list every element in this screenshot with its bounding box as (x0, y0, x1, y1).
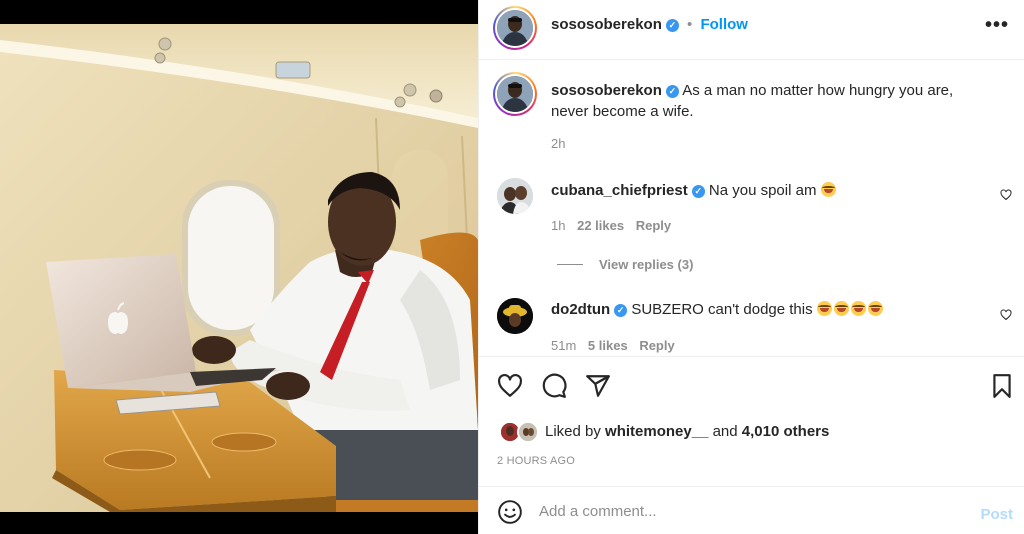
comment-meta: 51m 5 likes Reply (551, 338, 675, 353)
comment-reply-button[interactable]: Reply (636, 218, 671, 233)
comment-avatar-picture (497, 178, 533, 214)
comment-avatar[interactable] (497, 178, 533, 214)
comment-text: Na you spoil am (708, 182, 817, 199)
author-avatar[interactable] (493, 6, 537, 50)
liked-by-and: and (712, 423, 738, 440)
caption-username[interactable]: sososoberekon (551, 82, 662, 99)
post-header: sososoberekon ✓ • Follow ••• (479, 0, 1024, 60)
comment-input[interactable] (539, 499, 959, 523)
comment-composer: Post (479, 486, 1024, 534)
laughing-emoji-icon (820, 182, 836, 197)
comment-icon[interactable] (541, 373, 567, 399)
verified-badge-icon: ✓ (614, 304, 628, 317)
more-options-icon[interactable]: ••• (985, 14, 1009, 37)
comment-likes[interactable]: 5 likes (588, 338, 628, 353)
comment-avatar[interactable] (497, 298, 533, 334)
post-timestamp[interactable]: 2 HOURS AGO (497, 455, 575, 467)
liker-avatar-picture (519, 423, 537, 441)
view-replies-line (557, 264, 583, 265)
author-username[interactable]: sososoberekon (551, 16, 662, 33)
post-panel: sososoberekon ✓ • Follow ••• sososobereko… (478, 0, 1024, 534)
action-bar: Liked by whitemoney__ and 4,010 others 2… (479, 356, 1024, 486)
laughing-emoji-icon (867, 301, 883, 316)
liked-by-line: Liked by whitemoney__ and 4,010 others (545, 423, 829, 440)
comment-text-block: cubana_chiefpriest ✓ Na you spoil am (551, 180, 971, 201)
separator-dot: • (687, 16, 693, 33)
verified-badge-icon: ✓ (665, 19, 679, 32)
verified-badge-icon: ✓ (691, 185, 705, 198)
comment-reply-button[interactable]: Reply (639, 338, 674, 353)
verified-badge-icon: ✓ (665, 85, 679, 98)
comment-likes[interactable]: 22 likes (577, 218, 624, 233)
emoji-picker-icon[interactable] (497, 499, 523, 525)
avatar-picture (497, 10, 533, 46)
post-image (0, 0, 478, 534)
post-button[interactable]: Post (980, 506, 1013, 523)
liker-avatar[interactable] (517, 421, 539, 443)
caption-avatar-picture (497, 76, 533, 112)
header-user-line: sososoberekon ✓ • Follow (551, 16, 748, 33)
comment-text: SUBZERO can't dodge this (631, 301, 813, 318)
comment-username[interactable]: cubana_chiefpriest (551, 182, 688, 199)
comment-time[interactable]: 1h (551, 218, 565, 233)
caption-time[interactable]: 2h (551, 136, 565, 151)
paper-plane-icon[interactable] (585, 373, 611, 399)
comment-meta: 1h 22 likes Reply (551, 218, 671, 233)
caption-avatar[interactable] (493, 72, 537, 116)
heart-icon[interactable] (497, 373, 523, 399)
liked-by-prefix: Liked by (545, 423, 601, 440)
laughing-emoji-icon (816, 301, 832, 316)
laughing-emoji-icon (833, 301, 849, 316)
follow-button[interactable]: Follow (700, 16, 748, 33)
bookmark-icon[interactable] (989, 373, 1015, 399)
comment-like-heart-icon[interactable] (1000, 309, 1012, 321)
comment-avatar-picture (497, 298, 533, 334)
liked-by-user[interactable]: whitemoney__ (605, 423, 708, 440)
laughing-emoji-icon (850, 301, 866, 316)
view-replies-label: View replies (3) (599, 257, 694, 272)
comment-text-block: do2dtun ✓ SUBZERO can't dodge this (551, 299, 971, 320)
comment-username[interactable]: do2dtun (551, 301, 610, 318)
liked-by-others[interactable]: 4,010 others (742, 423, 830, 440)
comment-like-heart-icon[interactable] (1000, 189, 1012, 201)
post-photo (0, 0, 478, 534)
comment-time[interactable]: 51m (551, 338, 576, 353)
view-replies-button[interactable]: View replies (3) (557, 257, 693, 272)
caption-text-block: sososoberekon ✓ As a man no matter how hu… (551, 80, 991, 122)
